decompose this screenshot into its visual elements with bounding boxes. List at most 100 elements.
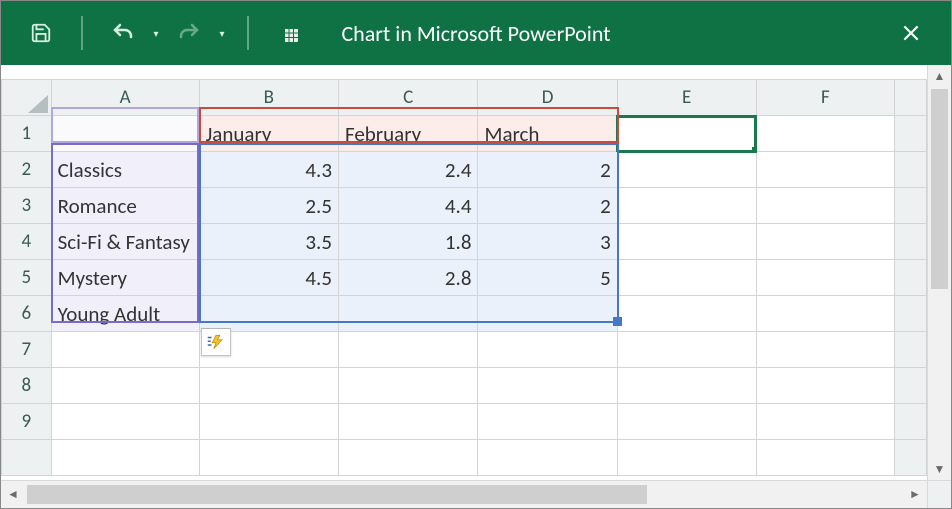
cell-b2[interactable]: 4.3 bbox=[199, 152, 338, 188]
cell-a2[interactable]: Classics bbox=[51, 152, 199, 188]
cell[interactable] bbox=[338, 332, 478, 368]
cell-a1[interactable] bbox=[51, 116, 199, 152]
vertical-scrollbar[interactable]: ▲ ▼ bbox=[927, 65, 951, 480]
cell-f2[interactable] bbox=[756, 152, 895, 188]
undo-button[interactable] bbox=[101, 11, 145, 55]
datasheet-icon bbox=[277, 21, 301, 45]
row-header-6[interactable]: 6 bbox=[2, 296, 52, 332]
cell-d1[interactable]: March bbox=[478, 116, 617, 152]
col-header-f[interactable]: F bbox=[756, 80, 895, 116]
cell-f6[interactable] bbox=[756, 296, 895, 332]
scroll-down-button[interactable]: ▼ bbox=[928, 458, 951, 480]
cell-f3[interactable] bbox=[756, 188, 895, 224]
cell[interactable] bbox=[478, 440, 617, 476]
cell-b3[interactable]: 2.5 bbox=[199, 188, 338, 224]
cell-d2[interactable]: 2 bbox=[478, 152, 617, 188]
quick-analysis-button[interactable] bbox=[201, 328, 231, 356]
cell-b6[interactable] bbox=[199, 296, 338, 332]
cell-a6[interactable]: Young Adult bbox=[51, 296, 199, 332]
scroll-track-vertical[interactable] bbox=[928, 291, 951, 458]
cell[interactable] bbox=[478, 404, 617, 440]
scroll-thumb-vertical[interactable] bbox=[931, 89, 948, 289]
cell-value: Sci-Fi & Fantasy bbox=[52, 229, 199, 255]
col-header-e[interactable]: E bbox=[617, 80, 756, 116]
cell-e5[interactable] bbox=[617, 260, 756, 296]
cell-spill bbox=[895, 260, 927, 296]
cell-a3[interactable]: Romance bbox=[51, 188, 199, 224]
scroll-thumb-horizontal[interactable] bbox=[27, 485, 647, 504]
cell-a5[interactable]: Mystery bbox=[51, 260, 199, 296]
col-header-c[interactable]: C bbox=[338, 80, 478, 116]
row-header-2[interactable]: 2 bbox=[2, 152, 52, 188]
cell-e3[interactable] bbox=[617, 188, 756, 224]
cell-e2[interactable] bbox=[617, 152, 756, 188]
select-all-corner[interactable] bbox=[2, 80, 52, 116]
cell-d3[interactable]: 2 bbox=[478, 188, 617, 224]
cell-c4[interactable]: 1.8 bbox=[338, 224, 478, 260]
horizontal-scrollbar[interactable]: ◄ ► bbox=[1, 480, 951, 508]
cell-c3[interactable]: 4.4 bbox=[338, 188, 478, 224]
grid-table: A B C D E F 1 January February March bbox=[1, 79, 927, 476]
cell[interactable] bbox=[338, 368, 478, 404]
cell[interactable] bbox=[199, 440, 338, 476]
cell-f4[interactable] bbox=[756, 224, 895, 260]
cell-b1[interactable]: January bbox=[199, 116, 338, 152]
edit-data-button[interactable] bbox=[267, 11, 311, 55]
redo-dropdown[interactable]: ▾ bbox=[215, 27, 229, 40]
cell[interactable] bbox=[199, 368, 338, 404]
cell-c1[interactable]: February bbox=[338, 116, 478, 152]
close-button[interactable] bbox=[887, 1, 935, 65]
cell[interactable] bbox=[756, 332, 895, 368]
cell-e1-active[interactable] bbox=[617, 116, 756, 152]
cell-f5[interactable] bbox=[756, 260, 895, 296]
cell[interactable] bbox=[478, 368, 617, 404]
row-header-3[interactable]: 3 bbox=[2, 188, 52, 224]
cell-b5[interactable]: 4.5 bbox=[199, 260, 338, 296]
cell-e6[interactable] bbox=[617, 296, 756, 332]
cell-c2[interactable]: 2.4 bbox=[338, 152, 478, 188]
cell[interactable] bbox=[51, 404, 199, 440]
row-header-4[interactable]: 4 bbox=[2, 224, 52, 260]
cell-d4[interactable]: 3 bbox=[478, 224, 617, 260]
row-header-cut[interactable] bbox=[2, 440, 52, 476]
redo-button[interactable] bbox=[167, 11, 211, 55]
cell[interactable] bbox=[756, 368, 895, 404]
scroll-track-horizontal[interactable] bbox=[25, 481, 903, 508]
cell-b4[interactable]: 3.5 bbox=[199, 224, 338, 260]
cell-d5[interactable]: 5 bbox=[478, 260, 617, 296]
undo-dropdown[interactable]: ▾ bbox=[149, 27, 163, 40]
cell[interactable] bbox=[199, 404, 338, 440]
cell-c5[interactable]: 2.8 bbox=[338, 260, 478, 296]
redo-icon bbox=[177, 21, 201, 45]
scroll-left-button[interactable]: ◄ bbox=[1, 481, 25, 508]
cell[interactable] bbox=[338, 404, 478, 440]
cell[interactable] bbox=[338, 440, 478, 476]
row-header-8[interactable]: 8 bbox=[2, 368, 52, 404]
cell[interactable] bbox=[756, 440, 895, 476]
row-header-9[interactable]: 9 bbox=[2, 404, 52, 440]
cell[interactable] bbox=[617, 440, 756, 476]
cell[interactable] bbox=[617, 332, 756, 368]
cell-c6[interactable] bbox=[338, 296, 478, 332]
spreadsheet[interactable]: A B C D E F 1 January February March bbox=[1, 65, 927, 480]
cell-d6[interactable] bbox=[478, 296, 617, 332]
cell-f1[interactable] bbox=[756, 116, 895, 152]
col-header-d[interactable]: D bbox=[478, 80, 617, 116]
col-header-b[interactable]: B bbox=[199, 80, 338, 116]
cell[interactable] bbox=[478, 332, 617, 368]
scroll-up-button[interactable]: ▲ bbox=[928, 65, 951, 87]
row-header-1[interactable]: 1 bbox=[2, 116, 52, 152]
cell[interactable] bbox=[51, 332, 199, 368]
row-header-7[interactable]: 7 bbox=[2, 332, 52, 368]
cell[interactable] bbox=[51, 368, 199, 404]
cell-e4[interactable] bbox=[617, 224, 756, 260]
scroll-right-button[interactable]: ► bbox=[903, 481, 927, 508]
row-header-5[interactable]: 5 bbox=[2, 260, 52, 296]
cell[interactable] bbox=[617, 404, 756, 440]
cell-a4[interactable]: Sci-Fi & Fantasy bbox=[51, 224, 199, 260]
col-header-a[interactable]: A bbox=[51, 80, 199, 116]
cell[interactable] bbox=[756, 404, 895, 440]
cell[interactable] bbox=[51, 440, 199, 476]
cell[interactable] bbox=[617, 368, 756, 404]
save-button[interactable] bbox=[19, 11, 63, 55]
